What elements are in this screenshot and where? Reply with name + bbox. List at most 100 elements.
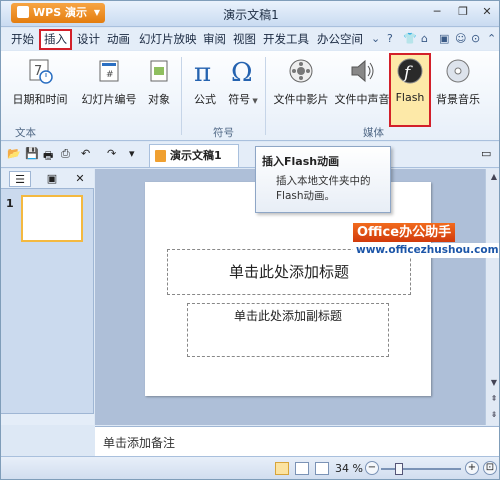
prev-slide-icon[interactable]: ⇞ <box>488 393 499 405</box>
object-label: 对象 <box>148 93 170 106</box>
tab-office-space[interactable]: 办公空间 <box>317 31 363 47</box>
zoom-level: 34 % <box>335 462 363 475</box>
formula-button[interactable]: π 公式 <box>187 57 223 107</box>
tab-developer[interactable]: 开发工具 <box>263 31 309 47</box>
close-button[interactable]: ✕ <box>475 4 499 20</box>
status-bar: 34 % − + ⊡ <box>1 456 499 479</box>
more-icon[interactable]: ⌄ <box>371 32 380 45</box>
save-icon[interactable]: 💾 <box>25 147 39 161</box>
object-button[interactable]: 对象 <box>141 57 177 107</box>
date-time-button[interactable]: 7 日期和时间 <box>5 57 75 107</box>
symbol-button[interactable]: Ω 符号 ▼ <box>225 57 261 107</box>
group-label-media: 媒体 <box>363 127 384 139</box>
app-window: WPS 演示 ▼ 演示文稿1 ─ ❐ ✕ 开始 插入 设计 动画 幻灯片放映 审… <box>0 0 500 480</box>
scroll-up-icon[interactable]: ▲ <box>488 171 499 183</box>
help-icon[interactable]: ? <box>387 32 393 45</box>
slideshow-view-icon[interactable] <box>315 462 329 475</box>
tab-view[interactable]: 视图 <box>233 31 256 47</box>
tab-design[interactable]: 设计 <box>77 31 100 47</box>
scroll-down-icon[interactable]: ▼ <box>488 377 499 389</box>
group-label-text: 文本 <box>15 127 36 139</box>
open-folder-icon[interactable]: 📂 <box>7 147 21 161</box>
notes-placeholder: 单击添加备注 <box>103 436 176 450</box>
tab-home[interactable]: 开始 <box>11 31 34 47</box>
chevron-down-icon: ▼ <box>250 97 258 105</box>
cd-music-icon <box>446 59 470 83</box>
tooltip-title: 插入Flash动画 <box>262 155 340 168</box>
symbol-label: 符号 <box>228 93 251 106</box>
svg-text:#: # <box>106 70 114 80</box>
watermark: Office办公助手 www.officezhushou.com <box>353 223 499 259</box>
outline-tab-icon[interactable]: ☰ <box>9 171 31 187</box>
home-icon[interactable]: ⌂ <box>421 32 428 45</box>
sound-from-file-button[interactable]: 文件中声音 <box>333 57 391 107</box>
minimize-ribbon-icon[interactable]: ⌃ <box>487 32 496 45</box>
date-time-label: 日期和时间 <box>12 93 68 106</box>
slide-sorter-view-icon[interactable] <box>295 462 309 475</box>
background-music-label: 背景音乐 <box>436 93 480 106</box>
ribbon-separator <box>181 57 182 135</box>
flash-label: Flash <box>395 91 425 104</box>
next-slide-icon[interactable]: ⇟ <box>488 409 499 421</box>
slide[interactable]: 单击此处添加标题 单击此处添加副标题 <box>145 182 431 396</box>
shirt-skin-icon[interactable]: 👕 <box>403 32 417 45</box>
redo-icon[interactable]: ↷ <box>107 147 121 161</box>
normal-view-icon[interactable] <box>275 462 289 475</box>
speaker-icon <box>351 59 374 83</box>
pane-scrollbar[interactable] <box>1 413 94 425</box>
zoom-out-button[interactable]: − <box>365 461 379 475</box>
tab-insert[interactable]: 插入 <box>39 29 72 50</box>
slide-number-icon: # <box>99 60 119 82</box>
notes-pane[interactable]: 单击添加备注 <box>95 426 499 456</box>
watermark-url: www.officezhushou.com <box>353 243 499 258</box>
slide-number-button[interactable]: # 幻灯片编号 <box>79 57 139 107</box>
movie-from-file-button[interactable]: 文件中影片 <box>269 57 333 107</box>
sound-from-file-label: 文件中声音 <box>334 93 390 106</box>
customize-dropdown-icon[interactable]: ▾ <box>129 147 143 161</box>
menu-bar: 开始 插入 设计 动画 幻灯片放映 审阅 视图 开发工具 办公空间 ⌄ ? 👕 … <box>1 28 499 50</box>
formula-label: 公式 <box>194 93 216 106</box>
flash-icon: f <box>397 58 423 84</box>
svg-text:π: π <box>194 58 211 85</box>
print-icon[interactable]: 🖶 <box>43 147 57 162</box>
ribbon-separator <box>265 57 266 135</box>
document-tab[interactable]: 演示文稿1 <box>149 144 239 167</box>
restore-button[interactable]: ❐ <box>451 4 475 20</box>
tab-animation[interactable]: 动画 <box>107 31 130 47</box>
slide-number: 1 <box>6 197 14 210</box>
title-bar: WPS 演示 ▼ 演示文稿1 ─ ❐ ✕ <box>1 1 499 27</box>
subtitle-placeholder[interactable]: 单击此处添加副标题 <box>187 303 389 357</box>
tooltip-body: 插入本地文件夹中的Flash动画。 <box>276 175 371 202</box>
print-preview-icon[interactable]: ⎙ <box>61 147 75 161</box>
zoom-in-button[interactable]: + <box>465 461 479 475</box>
slide-number-label: 幻灯片编号 <box>81 93 137 106</box>
movie-from-file-label: 文件中影片 <box>273 93 329 106</box>
document-tab-label: 演示文稿1 <box>170 149 222 162</box>
tab-list-icon[interactable]: ▭ <box>481 147 495 161</box>
zoom-slider[interactable] <box>381 468 461 470</box>
svg-text:Ω: Ω <box>231 58 253 85</box>
ribbon: 7 日期和时间 # 幻灯片编号 对象 π 公式 Ω 符号 ▼ 文件中影片 文件中… <box>1 51 499 141</box>
vertical-scrollbar[interactable]: ▲ ▼ ⇞ ⇟ <box>485 169 499 425</box>
plugin-icon[interactable]: ▣ <box>439 32 449 45</box>
tab-review[interactable]: 审阅 <box>203 31 226 47</box>
zoom-slider-thumb[interactable] <box>395 463 403 475</box>
background-music-button[interactable]: 背景音乐 <box>433 57 483 107</box>
minimize-button[interactable]: ─ <box>425 4 449 20</box>
quick-access-bar: 📂 💾 🖶 ⎙ ↶ ↷ ▾ 演示文稿1 ▭ <box>1 142 499 168</box>
film-icon <box>289 59 313 83</box>
fit-window-icon[interactable]: ⊡ <box>483 461 497 475</box>
undo-icon[interactable]: ↶ <box>81 147 95 161</box>
slides-tab-icon[interactable]: ▣ <box>41 171 63 187</box>
slide-thumbnail[interactable] <box>21 195 83 242</box>
help-circle-icon[interactable]: ⊙ <box>471 32 480 45</box>
flash-button[interactable]: f Flash <box>391 57 429 107</box>
group-label-symbol: 符号 <box>213 127 234 139</box>
slides-pane-tabs: ☰ ▣ ✕ <box>1 169 94 189</box>
tab-slideshow[interactable]: 幻灯片放映 <box>139 31 197 47</box>
watermark-brand: Office办公助手 <box>353 223 456 242</box>
slides-pane: ☰ ▣ ✕ 1 <box>1 169 94 425</box>
close-pane-icon[interactable]: ✕ <box>69 171 91 187</box>
user-icon[interactable]: ☺ <box>455 32 466 45</box>
calendar-clock-icon: 7 <box>29 59 53 84</box>
